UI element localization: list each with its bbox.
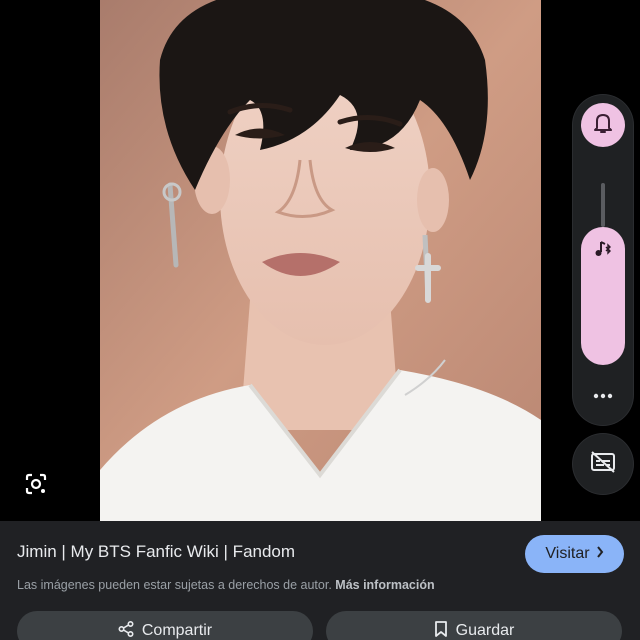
visit-button[interactable]: Visitar: [525, 535, 624, 573]
volume-more-button[interactable]: [588, 383, 618, 407]
lens-button[interactable]: [22, 472, 50, 500]
result-image[interactable]: [100, 0, 541, 521]
bell-icon: [593, 112, 613, 139]
copyright-text: Las imágenes pueden estar sujetas a dere…: [17, 578, 332, 592]
volume-panel: [573, 95, 633, 425]
lens-icon: [25, 473, 47, 500]
visit-button-label: Visitar: [545, 545, 590, 562]
bookmark-icon: [434, 620, 448, 640]
volume-track: [601, 183, 605, 227]
ringer-mode-button[interactable]: [581, 103, 625, 147]
share-icon: [118, 620, 134, 640]
more-dots-icon: [593, 386, 613, 404]
copyright-notice: Las imágenes pueden estar sujetas a dere…: [17, 578, 435, 592]
portrait-illustration: [100, 0, 541, 521]
save-button[interactable]: Guardar: [326, 611, 622, 640]
more-info-link[interactable]: Más información: [335, 578, 434, 592]
captions-off-icon: [590, 450, 616, 478]
music-note-icon: [591, 237, 615, 261]
share-button-label: Compartir: [141, 622, 213, 639]
share-button[interactable]: Compartir: [17, 611, 313, 640]
media-volume-slider[interactable]: [581, 227, 625, 365]
live-caption-button[interactable]: [573, 434, 633, 494]
result-details-sheet: Jimin | My BTS Fanfic Wiki | Fandom Visi…: [0, 521, 640, 640]
chevron-right-icon: [596, 545, 604, 563]
save-button-label: Guardar: [455, 622, 515, 639]
image-viewer-screen: Jimin | My BTS Fanfic Wiki | Fandom Visi…: [0, 0, 640, 640]
result-title[interactable]: Jimin | My BTS Fanfic Wiki | Fandom: [17, 542, 295, 562]
